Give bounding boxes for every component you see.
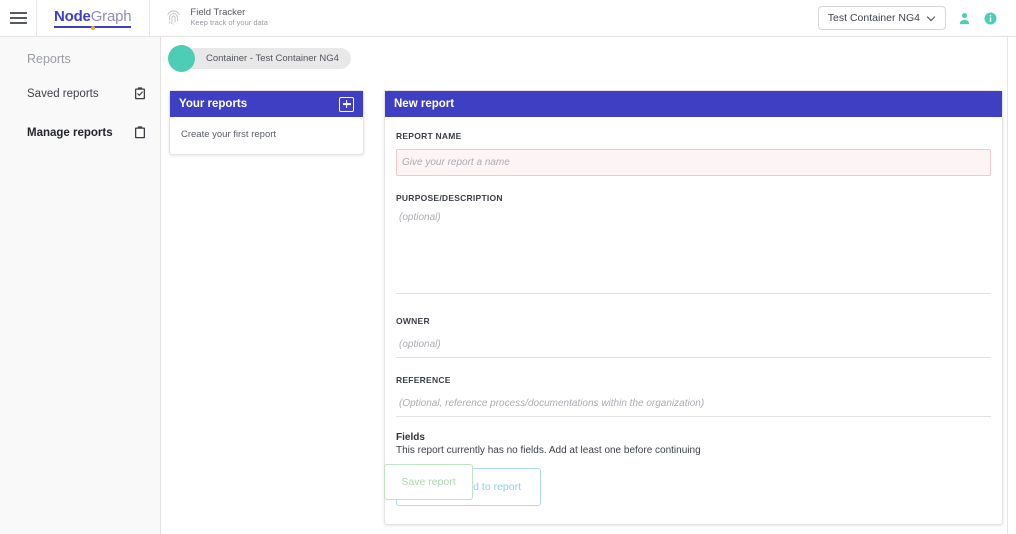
logo-text-primary: Node	[54, 7, 91, 25]
reference-group: REFERENCE	[396, 375, 991, 417]
fields-section: Fields This report currently has no fiel…	[396, 432, 991, 506]
breadcrumb-label: Container - Test Container NG4	[184, 48, 351, 69]
owner-input[interactable]	[396, 339, 991, 358]
fingerprint-icon	[167, 11, 181, 25]
top-bar: NodeGraph Field Tracker Keep track of yo…	[0, 0, 1016, 37]
breadcrumb[interactable]: Container - Test Container NG4	[168, 45, 351, 72]
clipboard-check-icon	[135, 87, 145, 100]
your-reports-empty-state[interactable]: Create your first report	[170, 117, 363, 154]
hamburger-bar	[9, 22, 27, 24]
user-icon[interactable]	[957, 11, 972, 26]
report-name-label: REPORT NAME	[396, 131, 462, 141]
container-selector-value: Test Container NG4	[827, 12, 920, 24]
owner-label: OWNER	[396, 316, 430, 326]
page-right-edge	[1007, 37, 1008, 534]
report-name-input[interactable]	[396, 149, 991, 176]
your-reports-card: Your reports Create your first report	[169, 90, 364, 155]
reference-label: REFERENCE	[396, 375, 451, 385]
sidebar-item-saved-reports[interactable]: Saved reports	[0, 82, 160, 105]
clipboard-icon	[135, 126, 145, 139]
fields-description: This report currently has no fields. Add…	[396, 445, 701, 456]
new-report-header: New report	[385, 91, 1002, 117]
reference-input[interactable]	[396, 398, 991, 417]
chevron-down-icon	[928, 14, 936, 22]
hamburger-bar	[9, 17, 27, 19]
hamburger-bar	[9, 12, 27, 14]
info-icon[interactable]	[983, 11, 998, 26]
new-report-form: REPORT NAME PURPOSE/DESCRIPTION OWNER RE…	[385, 117, 1002, 524]
report-name-group: REPORT NAME	[396, 131, 991, 176]
sidebar-item-label: Manage reports	[27, 126, 113, 139]
purpose-label: PURPOSE/DESCRIPTION	[396, 193, 503, 203]
sidebar-item-manage-reports[interactable]: Manage reports	[0, 121, 160, 144]
breadcrumb-avatar	[168, 45, 195, 72]
owner-group: OWNER	[396, 316, 991, 358]
app-title-block[interactable]: Field Tracker Keep track of your data	[150, 8, 268, 27]
logo-text-secondary: Graph	[90, 7, 132, 25]
save-report-button[interactable]: Save report	[384, 464, 473, 500]
app-subtitle: Keep track of your data	[190, 18, 268, 28]
purpose-group: PURPOSE/DESCRIPTION	[396, 193, 991, 299]
main-content: Container - Test Container NG4 Your repo…	[162, 37, 1016, 534]
nodegraph-logo[interactable]: NodeGraph	[37, 0, 151, 37]
new-report-card: New report REPORT NAME PURPOSE/DESCRIPTI…	[384, 90, 1003, 525]
container-selector[interactable]: Test Container NG4	[817, 6, 946, 30]
your-reports-header: Your reports	[170, 91, 363, 117]
hamburger-menu-icon[interactable]	[0, 0, 37, 37]
new-report-title: New report	[394, 98, 455, 110]
logo-dot	[90, 25, 95, 30]
fields-title: Fields	[396, 432, 425, 443]
plus-icon[interactable]	[339, 96, 354, 112]
top-bar-right: Test Container NG4	[817, 6, 1016, 30]
purpose-textarea[interactable]	[396, 211, 991, 294]
sidebar-title: Reports	[27, 52, 71, 66]
sidebar: Reports Saved reports Manage reports	[0, 37, 161, 534]
your-reports-title: Your reports	[179, 98, 248, 110]
sidebar-item-label: Saved reports	[27, 87, 99, 100]
